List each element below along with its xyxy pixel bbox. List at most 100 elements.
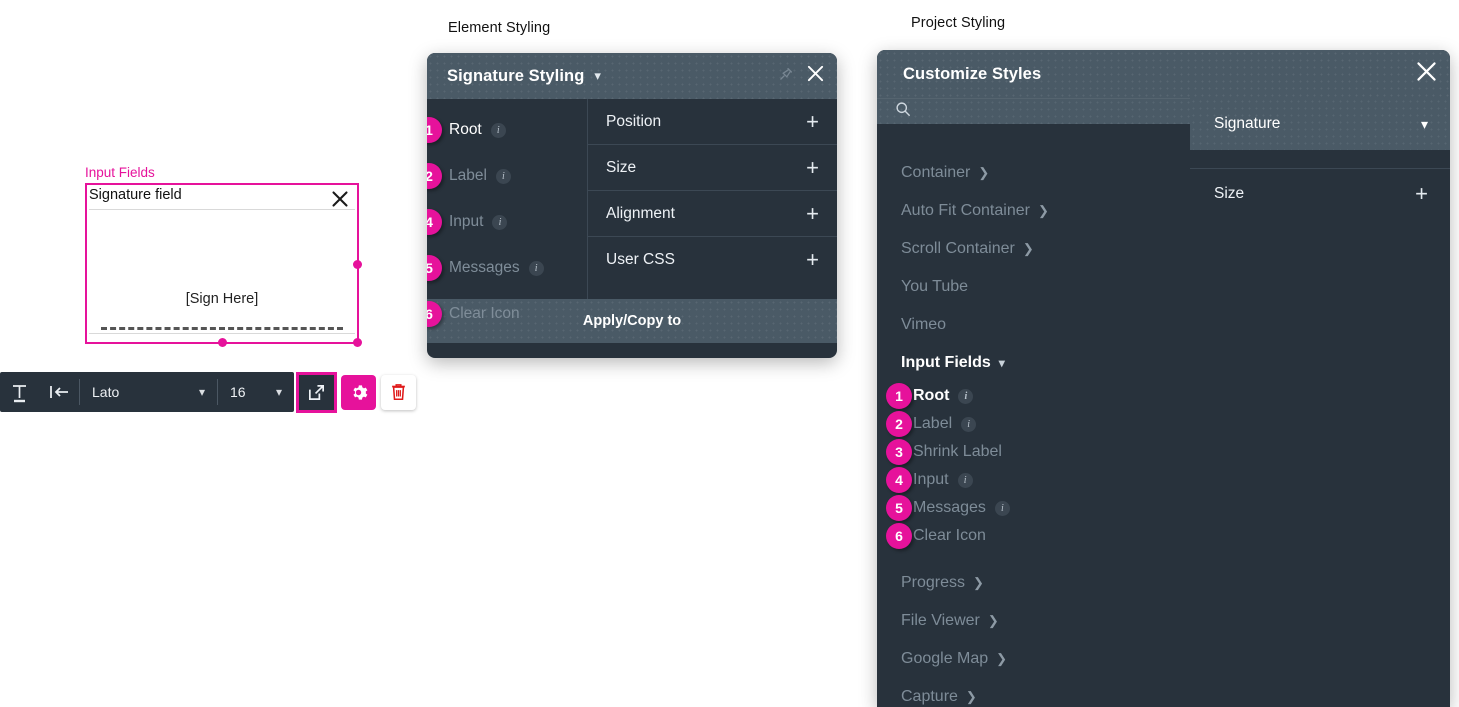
- font-family-select[interactable]: Lato ▾: [80, 372, 217, 412]
- signature-field-box[interactable]: Signature field [Sign Here]: [85, 183, 359, 344]
- element-part-label[interactable]: 2 Labeli: [427, 153, 587, 199]
- close-x-icon[interactable]: [1415, 60, 1438, 88]
- section-size[interactable]: Size +: [588, 145, 837, 191]
- badge-number: 6: [886, 523, 912, 549]
- section-user-css[interactable]: User CSS +: [588, 237, 837, 283]
- close-x-icon[interactable]: [331, 190, 349, 208]
- text-format-icon[interactable]: [0, 372, 39, 412]
- trash-icon: [389, 382, 408, 402]
- info-icon[interactable]: i: [491, 123, 506, 138]
- info-icon[interactable]: i: [958, 473, 973, 488]
- tree-child-clear-icon[interactable]: 6 Clear Icon: [877, 522, 1190, 550]
- chevron-right-icon[interactable]: ❯: [988, 613, 999, 629]
- tree-child-messages[interactable]: 5 Messages i: [877, 494, 1190, 522]
- tree-item-input-fields[interactable]: Input Fields ▾: [877, 344, 1190, 382]
- tree-child-root[interactable]: 1 Root i: [877, 382, 1190, 410]
- tree-item-scroll-container[interactable]: Scroll Container ❯: [877, 230, 1190, 268]
- style-detail-pane[interactable]: Size +: [1190, 150, 1450, 707]
- indent-left-icon[interactable]: [39, 372, 79, 412]
- tree-item-file-viewer[interactable]: File Viewer ❯: [877, 602, 1190, 640]
- close-x-icon[interactable]: [806, 64, 825, 88]
- chevron-right-icon[interactable]: ❯: [978, 165, 989, 181]
- tree-item-label: You Tube: [901, 278, 968, 296]
- element-toolbar[interactable]: Lato ▾ 16 ▾: [0, 372, 416, 412]
- style-tree-list[interactable]: Container ❯ Auto Fit Container ❯ Scroll …: [877, 150, 1190, 707]
- chevron-down-icon[interactable]: ▾: [999, 356, 1005, 370]
- expand-plus-icon[interactable]: +: [1415, 183, 1428, 205]
- element-styling-panel[interactable]: Signature Styling ▾: [427, 53, 837, 358]
- tree-child-label[interactable]: 2 Label i: [877, 410, 1190, 438]
- tree-item-vimeo[interactable]: Vimeo: [877, 306, 1190, 344]
- expand-plus-icon[interactable]: +: [806, 203, 819, 225]
- screenshot-root: Element Styling Project Styling Input Fi…: [0, 0, 1459, 707]
- tree-child-shrink-label[interactable]: 3 Shrink Label: [877, 438, 1190, 466]
- resize-handle-bottom[interactable]: [218, 338, 227, 347]
- tree-child-label: Input: [913, 471, 949, 489]
- tree-item-you-tube[interactable]: You Tube: [877, 268, 1190, 306]
- project-panel-header: Customize Styles: [877, 50, 1450, 98]
- expand-plus-icon[interactable]: +: [806, 249, 819, 271]
- info-icon[interactable]: i: [492, 215, 507, 230]
- project-panel-title: Customize Styles: [903, 65, 1041, 84]
- tree-child-label: Shrink Label: [913, 443, 1002, 461]
- tree-item-label: Vimeo: [901, 316, 946, 334]
- expand-plus-icon[interactable]: +: [806, 157, 819, 179]
- search-input[interactable]: [921, 103, 1161, 121]
- project-styling-panel[interactable]: Customize Styles: [877, 50, 1450, 707]
- selected-element-label: Signature: [1214, 115, 1280, 133]
- section-position[interactable]: Position +: [588, 99, 837, 145]
- element-panel-header: Signature Styling ▾: [427, 53, 837, 99]
- element-part-input[interactable]: 4 Inputi: [427, 199, 587, 245]
- tree-item-google-map[interactable]: Google Map ❯: [877, 640, 1190, 678]
- chevron-right-icon[interactable]: ❯: [1023, 241, 1034, 257]
- settings-button[interactable]: [341, 375, 376, 410]
- open-external-styling-button[interactable]: [296, 372, 337, 413]
- chevron-right-icon[interactable]: ❯: [1038, 203, 1049, 219]
- annotation-project-styling: Project Styling: [911, 15, 1005, 31]
- tree-child-label: Clear Icon: [913, 527, 986, 545]
- info-icon[interactable]: i: [995, 501, 1010, 516]
- selected-element-dropdown[interactable]: Signature ▾: [1190, 98, 1450, 150]
- chevron-right-icon[interactable]: ❯: [973, 575, 984, 591]
- info-icon[interactable]: i: [961, 417, 976, 432]
- chevron-down-icon[interactable]: ▾: [1421, 116, 1428, 133]
- element-part-label: Messages: [449, 259, 520, 277]
- signature-widget[interactable]: Input Fields Signature field [Sign Here]: [85, 165, 359, 344]
- element-part-label: Label: [449, 167, 487, 185]
- detail-section-size[interactable]: Size +: [1190, 168, 1450, 218]
- element-sections-list[interactable]: Position + Size + Alignment + User CSS +: [587, 99, 837, 299]
- section-label: User CSS: [606, 251, 675, 269]
- element-part-clear-icon[interactable]: 6 Clear Icon: [427, 291, 587, 337]
- section-label: Size: [606, 159, 636, 177]
- tree-item-container[interactable]: Container ❯: [877, 154, 1190, 192]
- resize-handle-right[interactable]: [353, 260, 362, 269]
- delete-button[interactable]: [381, 375, 416, 410]
- info-icon[interactable]: i: [496, 169, 511, 184]
- chevron-down-icon: ▾: [276, 385, 282, 399]
- tree-child-input[interactable]: 4 Input i: [877, 466, 1190, 494]
- pin-icon[interactable]: [778, 66, 794, 87]
- badge-number: 4: [886, 467, 912, 493]
- element-panel-title: Signature Styling: [447, 67, 584, 86]
- info-icon[interactable]: i: [529, 261, 544, 276]
- resize-handle-corner[interactable]: [353, 338, 362, 347]
- section-alignment[interactable]: Alignment +: [588, 191, 837, 237]
- expand-plus-icon[interactable]: +: [806, 111, 819, 133]
- chevron-right-icon[interactable]: ❯: [996, 651, 1007, 667]
- tree-item-label: Auto Fit Container: [901, 202, 1030, 220]
- tree-item-capture[interactable]: Capture ❯: [877, 678, 1190, 707]
- tree-item-progress[interactable]: Progress ❯: [877, 564, 1190, 602]
- element-parts-list[interactable]: 1 Rooti 2 Labeli 4 Inputi 5 Messagesi 6: [427, 99, 587, 299]
- element-part-messages[interactable]: 5 Messagesi: [427, 245, 587, 291]
- style-search-field[interactable]: [877, 98, 1190, 124]
- element-panel-body: 1 Rooti 2 Labeli 4 Inputi 5 Messagesi 6: [427, 99, 837, 299]
- element-part-root[interactable]: 1 Rooti: [427, 107, 587, 153]
- info-icon[interactable]: i: [958, 389, 973, 404]
- chevron-right-icon[interactable]: ❯: [966, 689, 977, 705]
- signature-placeholder-text: [Sign Here]: [87, 291, 357, 307]
- chevron-down-icon[interactable]: ▾: [594, 68, 601, 84]
- badge-number: 3: [886, 439, 912, 465]
- tree-item-auto-fit-container[interactable]: Auto Fit Container ❯: [877, 192, 1190, 230]
- font-size-select[interactable]: 16 ▾: [218, 372, 294, 412]
- section-label: Position: [606, 113, 661, 131]
